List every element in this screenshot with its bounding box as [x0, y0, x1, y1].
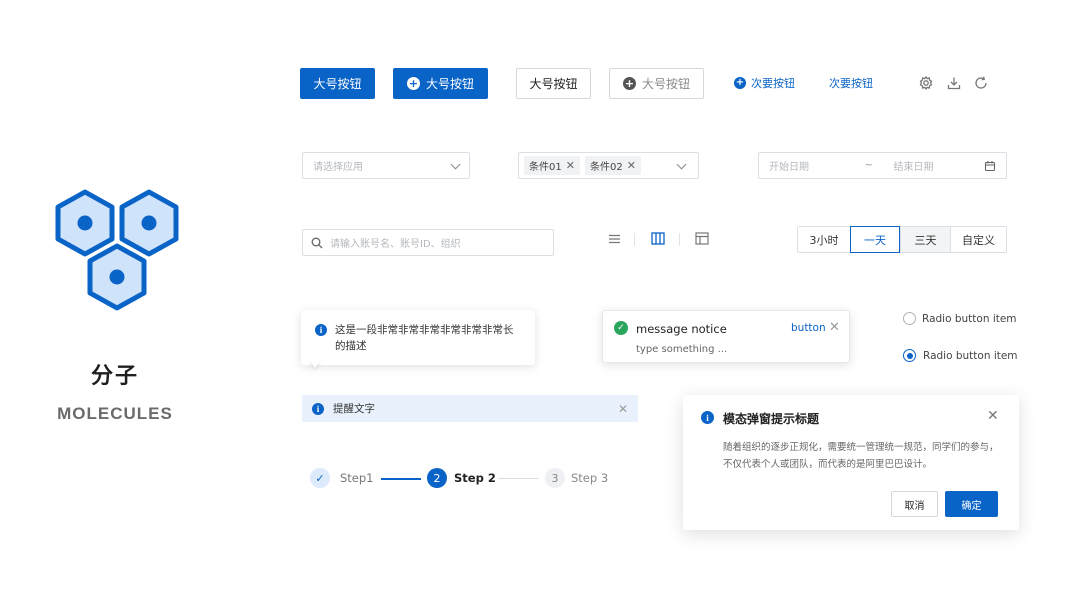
segment-3d[interactable]: 三天	[900, 227, 950, 252]
close-icon[interactable]: ✕	[618, 403, 628, 415]
notice-body: type something ...	[636, 344, 728, 355]
date-separator: ~	[864, 160, 873, 171]
search-input[interactable]: 请输入账号名、账号ID、组织	[302, 229, 554, 256]
tooltip-arrow	[309, 360, 321, 368]
check-circle-icon: ✓	[614, 321, 628, 335]
modal-body: 随着组织的逐步正规化，需要统一管理统一规范，同学们的参与，不仅代表个人或团队，而…	[723, 442, 999, 470]
radio-label: Radio button item	[922, 312, 1017, 325]
hexagon-molecule-icon	[55, 189, 179, 311]
divider	[679, 233, 680, 246]
radio-button[interactable]	[903, 312, 916, 325]
confirm-button[interactable]: 确定	[945, 491, 998, 517]
brand-title: 分子	[90, 364, 139, 389]
step-done-check-icon: ✓	[310, 468, 330, 488]
close-icon[interactable]: ✕	[566, 159, 575, 172]
cancel-button-label: 取消	[904, 500, 925, 512]
refresh-icon[interactable]	[973, 75, 989, 91]
chevron-down-icon	[676, 159, 687, 169]
close-icon[interactable]: ✕	[829, 321, 840, 334]
info-icon: i	[315, 324, 327, 336]
notice-action-link[interactable]: button	[791, 322, 826, 334]
steps: ✓ Step1 2 Step 2 3 Step 3	[310, 468, 610, 490]
search-placeholder: 请输入账号名、账号ID、组织	[330, 239, 461, 250]
radio-item-1[interactable]: Radio button item	[903, 312, 1017, 325]
list-view-icon[interactable]	[608, 233, 621, 248]
segment-1d[interactable]: 一天	[850, 226, 900, 253]
segment-3h[interactable]: 3小时	[798, 227, 850, 252]
confirm-button-label: 确定	[961, 500, 982, 512]
info-icon: i	[312, 402, 324, 415]
secondary-button-label: 次要按钮	[829, 77, 873, 90]
gear-icon[interactable]	[918, 75, 934, 91]
notice-title: message notice	[636, 322, 727, 336]
plus-circle-icon: +	[406, 77, 420, 90]
secondary-button[interactable]: 次要按钮	[829, 73, 873, 93]
large-default-button[interactable]: 大号按钮	[516, 68, 591, 99]
large-primary-button-label: 大号按钮	[313, 77, 362, 91]
layout-view-icon[interactable]	[695, 232, 709, 248]
step-2-circle: 2	[427, 468, 447, 488]
alert-text: 提醒文字	[333, 403, 375, 415]
close-icon[interactable]: ✕	[627, 159, 636, 172]
close-icon[interactable]: ✕	[987, 408, 999, 424]
radio-button-checked[interactable]	[903, 349, 916, 362]
large-primary-icon-button[interactable]: + 大号按钮	[393, 68, 488, 99]
date-start-placeholder[interactable]: 开始日期	[769, 158, 864, 173]
large-primary-icon-button-label: 大号按钮	[425, 77, 474, 91]
chevron-down-icon	[450, 159, 461, 169]
radio-label: Radio button item	[923, 349, 1018, 362]
info-icon: i	[701, 411, 714, 424]
tag-label: 条件02	[589, 162, 623, 173]
step-3-circle: 3	[545, 468, 565, 488]
large-default-button-label: 大号按钮	[529, 77, 578, 91]
divider	[634, 233, 635, 246]
modal-title: 模态弹窗提示标题	[723, 412, 820, 426]
modal-dialog: i 模态弹窗提示标题 ✕ 随着组织的逐步正规化，需要统一管理统一规范，同学们的参…	[683, 395, 1019, 530]
secondary-icon-button[interactable]: + 次要按钮	[734, 73, 795, 93]
date-range-picker[interactable]: 开始日期 ~ 结束日期	[758, 152, 1007, 179]
tag-condition-01[interactable]: 条件01 ✕	[524, 156, 580, 175]
tag-label: 条件01	[529, 162, 562, 173]
plus-circle-icon: +	[734, 77, 746, 89]
radio-item-2[interactable]: Radio button item	[903, 349, 1018, 362]
large-icon-button-disabled[interactable]: + 大号按钮	[609, 68, 704, 99]
tag-condition-02[interactable]: 条件02 ✕	[584, 156, 641, 175]
column-view-icon[interactable]	[651, 232, 665, 248]
time-range-segmented: 3小时 一天 三天 自定义	[797, 226, 1007, 253]
brand-subtitle: MOLECULES	[57, 404, 173, 423]
calendar-icon	[984, 160, 996, 171]
info-alert: i 提醒文字 ✕	[302, 395, 638, 422]
download-icon[interactable]	[946, 75, 962, 91]
tooltip-popover: i 这是一段非常非常非常非常非常非常长的描述	[301, 310, 535, 365]
step-connector-active	[381, 478, 421, 480]
large-primary-button[interactable]: 大号按钮	[300, 68, 375, 99]
app-select-placeholder: 请选择应用	[313, 162, 363, 173]
large-icon-button-disabled-label: 大号按钮	[641, 77, 690, 91]
date-end-placeholder[interactable]: 结束日期	[893, 158, 983, 173]
step-2-label[interactable]: Step 2	[454, 471, 496, 485]
step-3-label[interactable]: Step 3	[571, 471, 608, 485]
segment-custom[interactable]: 自定义	[950, 227, 1006, 252]
message-notice: ✓ message notice button ✕ type something…	[602, 310, 850, 363]
search-icon	[311, 237, 323, 248]
step-1-label[interactable]: Step1	[340, 471, 374, 485]
cancel-button[interactable]: 取消	[891, 491, 938, 517]
tooltip-text: 这是一段非常非常非常非常非常非常长的描述	[335, 324, 514, 352]
secondary-icon-button-label: 次要按钮	[751, 77, 795, 90]
step-connector	[498, 478, 538, 479]
plus-circle-icon: +	[622, 77, 636, 90]
multi-tag-select[interactable]: 条件01 ✕ 条件02 ✕	[518, 152, 699, 179]
app-select[interactable]: 请选择应用	[302, 152, 470, 179]
